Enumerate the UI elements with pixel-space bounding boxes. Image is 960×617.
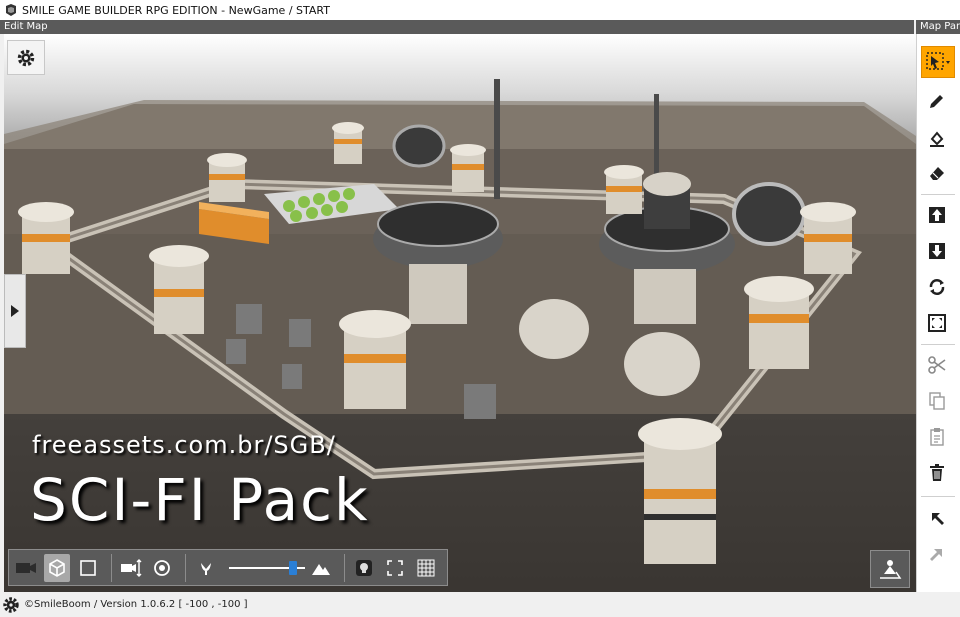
watermark-url: freeassets.com.br/SGB/ <box>32 431 336 459</box>
chevron-right-icon <box>11 305 19 317</box>
select-tool-button[interactable] <box>921 46 955 78</box>
lower-icon <box>929 243 945 259</box>
eraser-icon <box>930 167 944 180</box>
redo-button[interactable] <box>921 538 953 568</box>
paste-icon <box>930 428 944 446</box>
player-view-button[interactable] <box>870 550 910 588</box>
pencil-icon <box>930 95 943 108</box>
copy-button[interactable] <box>921 386 953 416</box>
zoom-slider[interactable] <box>228 560 305 575</box>
gear-icon <box>17 49 35 66</box>
fill-tool-button[interactable] <box>921 124 953 154</box>
toolbar-divider <box>111 553 112 582</box>
delete-icon <box>930 464 944 481</box>
settings-button[interactable] <box>7 40 45 75</box>
pencil-tool-button[interactable] <box>921 86 953 116</box>
edit-map-header: Edit Map <box>0 20 914 34</box>
fill-icon <box>930 131 944 147</box>
expand-tool-button[interactable] <box>921 308 953 338</box>
square-view-icon <box>79 559 96 576</box>
zoom-slider-thumb[interactable] <box>288 560 297 575</box>
zoom-in-button[interactable] <box>307 554 334 582</box>
rotate-tool-button[interactable] <box>921 272 953 302</box>
light-bulb-icon <box>356 559 373 576</box>
copy-icon <box>929 392 945 410</box>
fullscreen-icon <box>387 559 403 576</box>
camera-move-icon <box>121 558 142 577</box>
zoom-out-button[interactable] <box>192 554 219 582</box>
rotate-camera-icon <box>154 559 170 576</box>
flower-icon <box>200 562 211 575</box>
eraser-tool-button[interactable] <box>921 158 953 188</box>
fullscreen-button[interactable] <box>382 554 409 582</box>
grid-button[interactable] <box>412 554 439 582</box>
camera-icon <box>16 562 37 573</box>
raise-tool-button[interactable] <box>921 200 953 230</box>
cut-button[interactable] <box>921 350 953 380</box>
map-parts-title: Map Par <box>920 21 960 32</box>
toolbar-divider <box>344 553 345 582</box>
app-icon <box>6 4 16 16</box>
cube-view-button[interactable] <box>43 553 71 582</box>
rotate-icon <box>929 279 945 295</box>
edit-map-title: Edit Map <box>4 21 48 32</box>
grid-icon <box>417 559 435 576</box>
smileboom-gear-icon <box>3 596 19 613</box>
map-parts-toolbar <box>916 34 960 592</box>
tool-divider <box>921 496 955 497</box>
tool-divider <box>921 194 955 195</box>
expand-icon <box>928 314 946 332</box>
undo-icon <box>932 513 944 525</box>
map-viewport[interactable]: freeassets.com.br/SGB/ SCI-FI Pack <box>4 34 916 592</box>
watermark-title: SCI-FI Pack <box>30 466 370 534</box>
undo-button[interactable] <box>921 502 953 532</box>
mountain-icon <box>311 563 330 575</box>
cut-icon <box>928 356 946 374</box>
tool-divider <box>921 344 955 345</box>
select-tool-icon <box>926 52 950 70</box>
side-panel-toggle[interactable] <box>4 274 26 348</box>
cube-view-icon <box>49 558 65 577</box>
view-toolbar <box>8 549 448 586</box>
window-title: SMILE GAME BUILDER RPG EDITION - NewGame… <box>22 3 330 17</box>
raise-icon <box>929 207 945 223</box>
light-button[interactable] <box>351 554 378 582</box>
redo-icon <box>930 549 942 561</box>
status-bar: ©SmileBoom / Version 1.0.6.2 [ -100 , -1… <box>0 592 960 617</box>
camera-button[interactable] <box>13 554 40 582</box>
title-bar: SMILE GAME BUILDER RPG EDITION - NewGame… <box>0 0 960 20</box>
player-view-icon <box>880 560 902 579</box>
delete-button[interactable] <box>921 458 953 488</box>
toolbar-divider <box>185 553 187 582</box>
square-view-button[interactable] <box>74 554 101 582</box>
camera-move-button[interactable] <box>118 554 145 582</box>
rotate-camera-button[interactable] <box>149 554 176 582</box>
lower-tool-button[interactable] <box>921 236 953 266</box>
map-parts-header: Map Par <box>916 20 960 34</box>
paste-button[interactable] <box>921 422 953 452</box>
status-text: ©SmileBoom / Version 1.0.6.2 [ -100 , -1… <box>24 599 248 610</box>
